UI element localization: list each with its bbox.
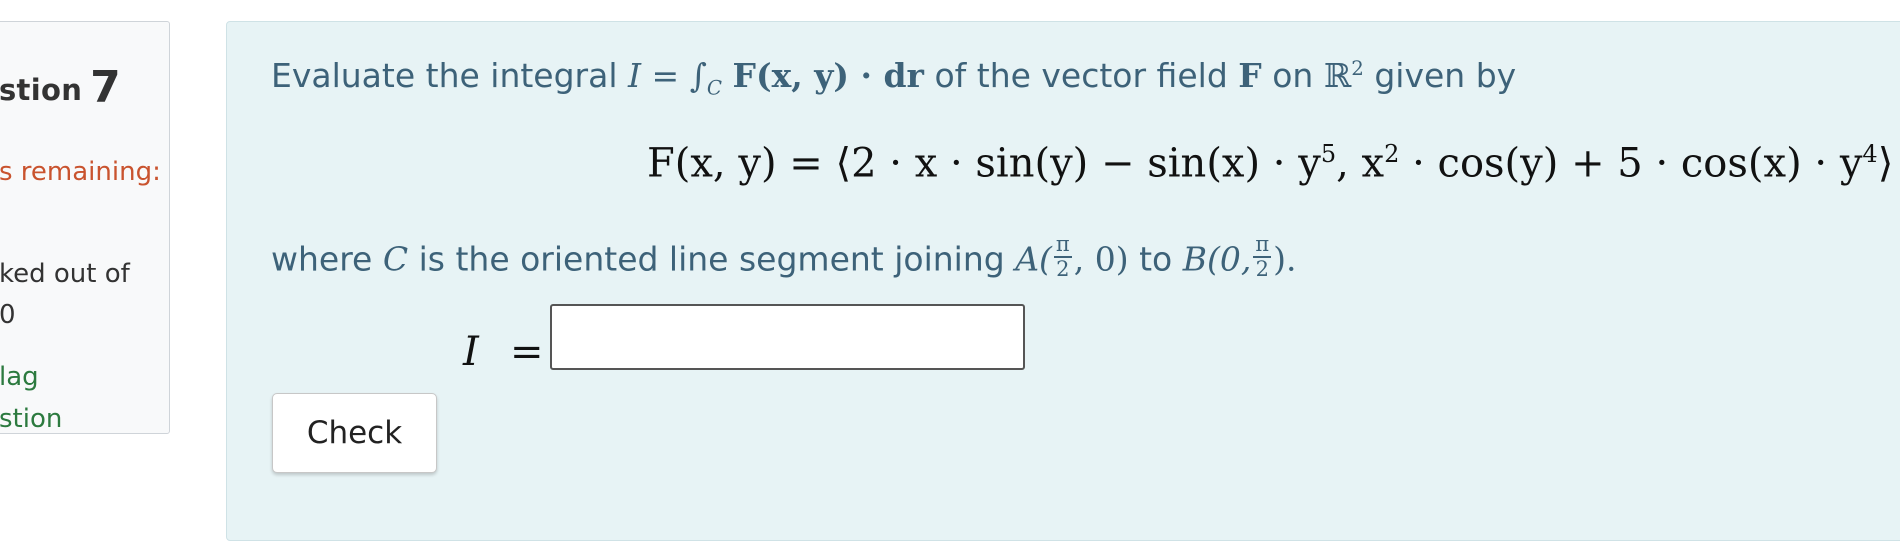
- where-text: where: [271, 239, 373, 279]
- flag-question-link[interactable]: lag: [0, 362, 39, 392]
- question-info-panel: stion 7 s remaining: ked out of 0 lag sti…: [0, 21, 170, 434]
- given-text: given by: [1374, 56, 1517, 95]
- space-symbol: ℝ: [1323, 56, 1352, 95]
- field-symbol: F: [1238, 56, 1262, 95]
- point-a-prefix: A(: [1015, 239, 1052, 279]
- space-power: 2: [1351, 57, 1364, 80]
- integral-expression: I = ∫: [628, 56, 707, 95]
- fraction-numerator: π: [1053, 232, 1072, 259]
- formula-power-3: 4: [1862, 140, 1878, 168]
- question-text-panel: Evaluate the integral I = ∫C F(x, y) · d…: [226, 21, 1900, 541]
- answer-label: I: [463, 329, 479, 375]
- curve-description-line: where C is the oriented line segment joi…: [271, 232, 1297, 285]
- segment-text: is the oriented line segment joining: [418, 239, 1005, 279]
- formula-end: ⟩: [1877, 140, 1894, 187]
- formula-power-2: 2: [1384, 140, 1400, 168]
- pi-over-two-fraction-a: π2: [1053, 232, 1072, 282]
- answer-equals-sign: =: [510, 329, 544, 375]
- flag-question-link-line2[interactable]: stion: [0, 404, 62, 434]
- question-intro-line: Evaluate the integral I = ∫C F(x, y) · d…: [271, 56, 1516, 100]
- check-button[interactable]: Check: [272, 393, 437, 473]
- on-text: on: [1272, 56, 1314, 95]
- question-number: 7: [90, 62, 122, 113]
- answer-input[interactable]: [550, 304, 1025, 370]
- question-number-heading: stion 7: [0, 60, 122, 113]
- pi-over-two-fraction-b: π2: [1253, 232, 1272, 282]
- curve-symbol: C: [382, 239, 409, 279]
- integral-subscript: C: [706, 76, 723, 100]
- marks-label: ked out of: [0, 259, 130, 289]
- fraction-denominator: 2: [1056, 257, 1070, 282]
- point-b-suffix: ).: [1273, 239, 1297, 279]
- question-label: stion: [0, 73, 83, 107]
- point-a-suffix: , 0): [1073, 239, 1129, 279]
- formula-power-1: 5: [1320, 140, 1337, 168]
- vector-field-formula: F(x, y) = ⟨2 · x · sin(y) − sin(x) · y5,…: [647, 140, 1893, 186]
- to-text: to: [1139, 239, 1173, 279]
- intro-text: Evaluate the integral: [271, 56, 618, 95]
- marks-value: 0: [0, 300, 16, 330]
- of-text: of the vector field: [934, 56, 1228, 95]
- formula-lhs: F(x, y) = ⟨2 · x · sin(y) − sin(x) · y: [647, 140, 1321, 187]
- fraction-numerator: π: [1253, 232, 1272, 259]
- attempts-remaining-label: s remaining:: [0, 157, 161, 187]
- formula-mid: , x: [1336, 140, 1385, 187]
- integral-body: F(x, y) · dr: [732, 56, 924, 95]
- point-b-prefix: B(0,: [1182, 239, 1252, 279]
- formula-mid-2: · cos(y) + 5 · cos(x) · y: [1399, 140, 1863, 187]
- fraction-denominator: 2: [1255, 257, 1269, 282]
